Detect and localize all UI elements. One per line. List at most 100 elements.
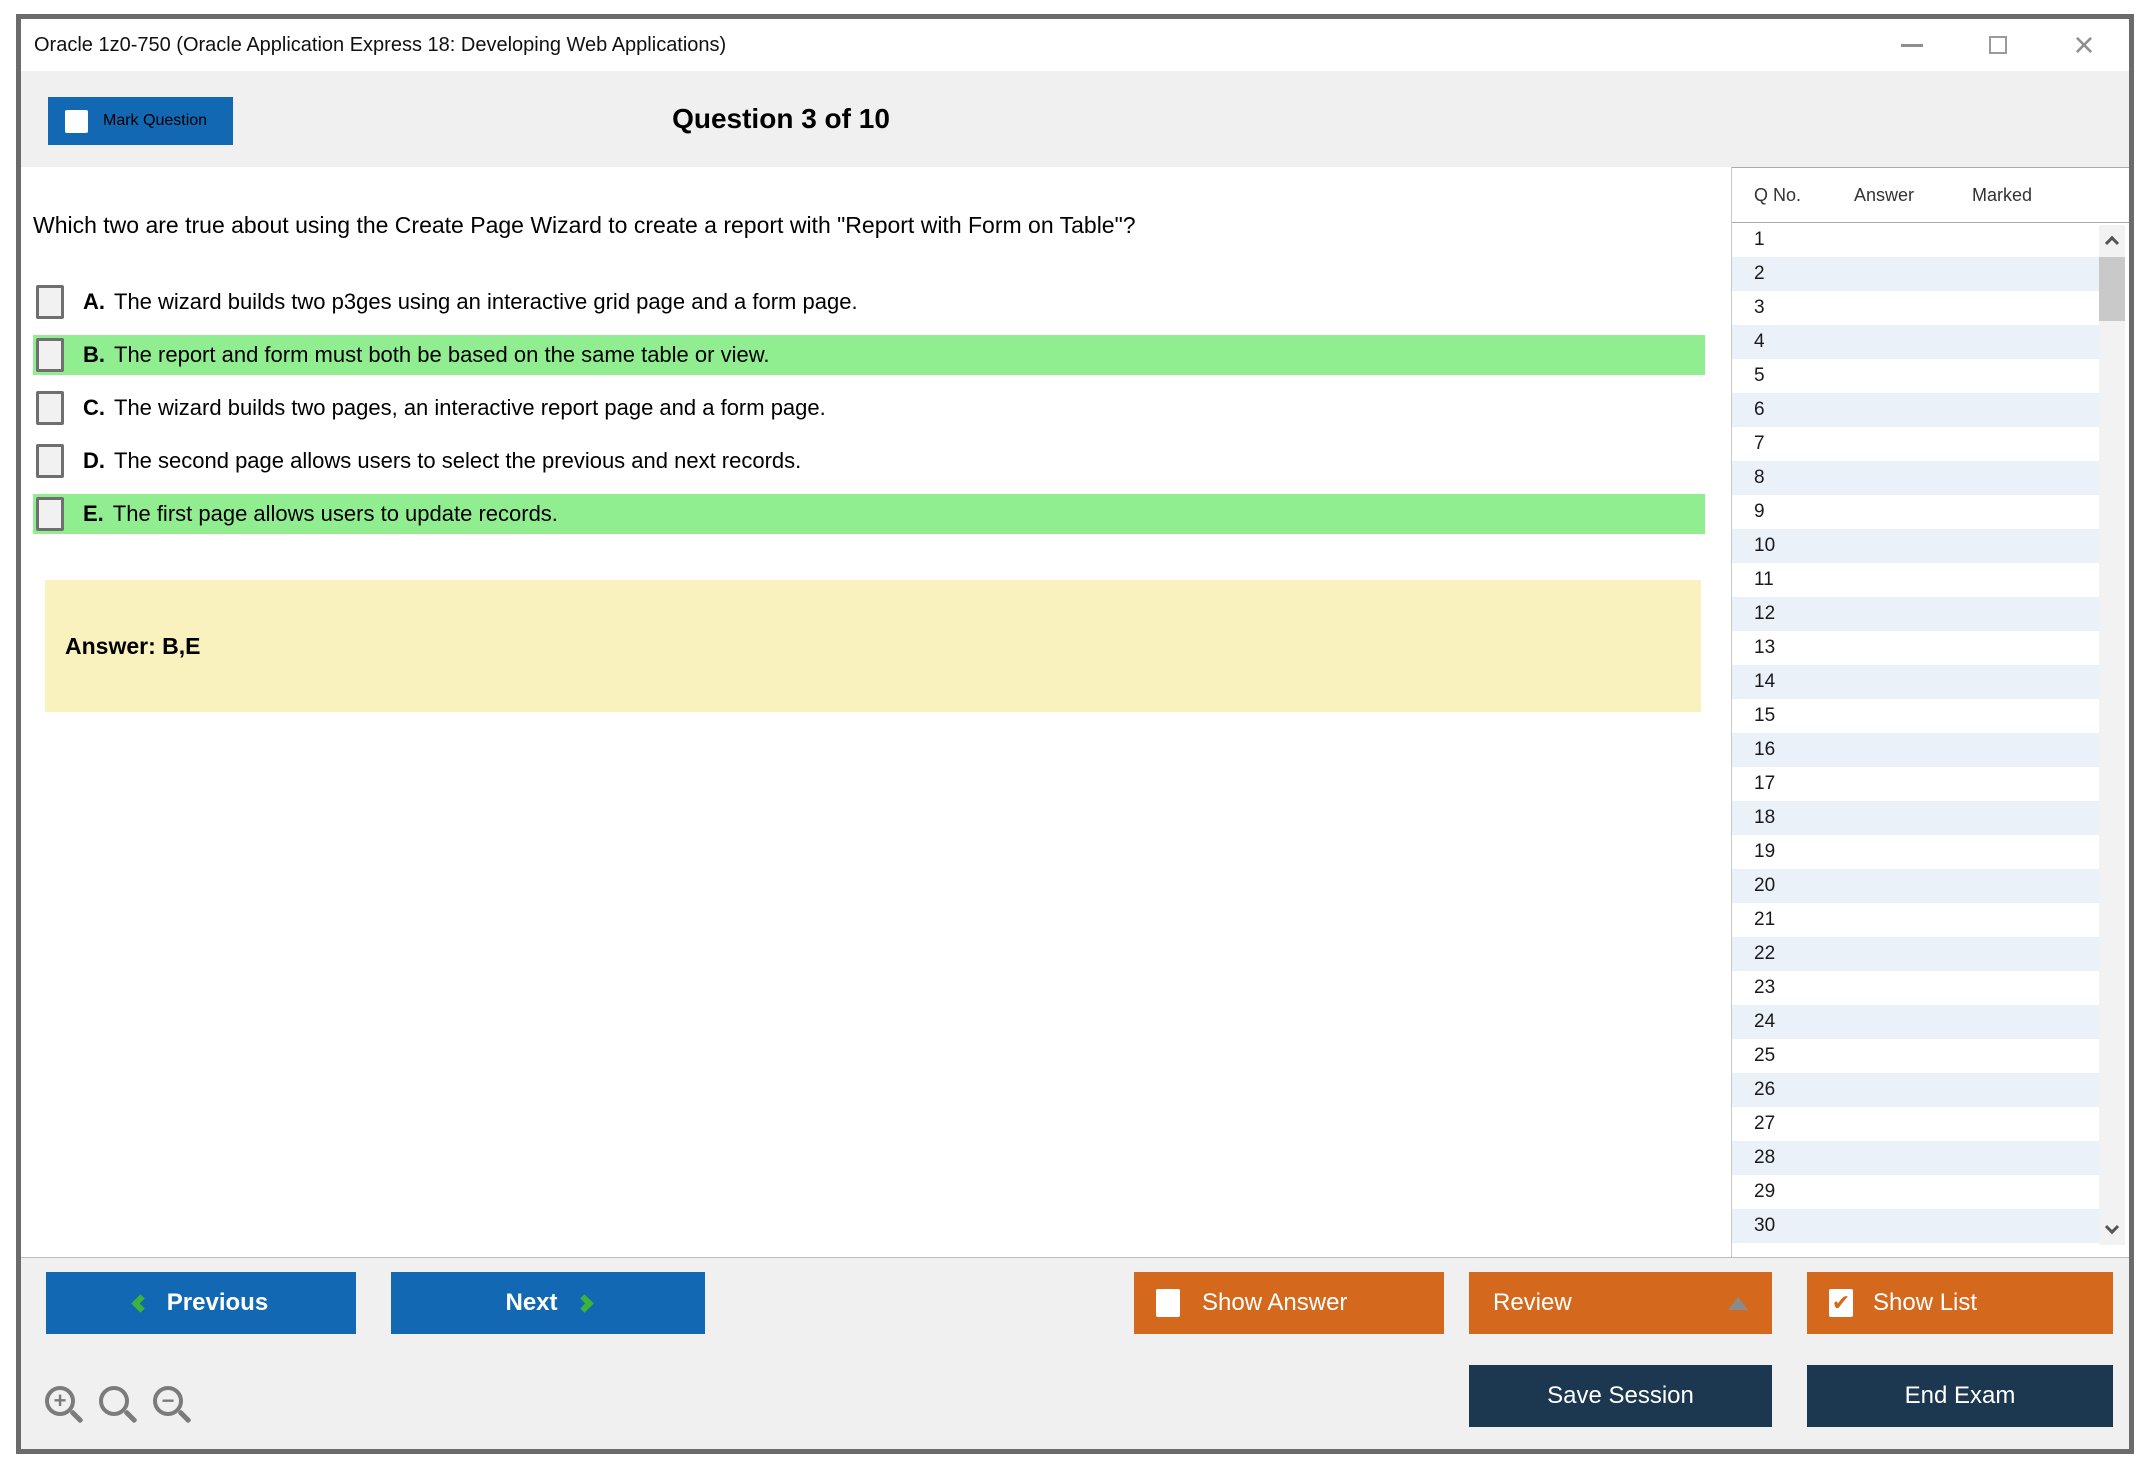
- answer-text: Answer: B,E: [65, 632, 201, 659]
- question-list-row[interactable]: 15: [1732, 699, 2101, 733]
- previous-button[interactable]: Previous: [46, 1272, 356, 1334]
- scrollbar-track[interactable]: [2099, 225, 2125, 1245]
- question-number: 22: [1754, 943, 1776, 964]
- question-number: 21: [1754, 909, 1776, 930]
- maximize-button[interactable]: [1981, 28, 2015, 62]
- zoom-reset-button[interactable]: [99, 1386, 138, 1424]
- option-text: The second page allows users to select t…: [114, 448, 802, 473]
- question-number: 11: [1754, 569, 1774, 590]
- question-number: 7: [1754, 433, 1765, 454]
- scroll-down-button[interactable]: [2099, 1215, 2125, 1245]
- scrollbar-thumb[interactable]: [2099, 257, 2125, 321]
- option-letter: D.: [83, 448, 105, 473]
- question-list-header: Q No. Answer Marked: [1732, 167, 2129, 223]
- question-list-row[interactable]: 10: [1732, 529, 2101, 563]
- question-list-row[interactable]: 23: [1732, 971, 2101, 1005]
- question-list-row[interactable]: 18: [1732, 801, 2101, 835]
- bottom-toolbar: Previous Next Show Answer Review ✔ Show …: [21, 1257, 2129, 1449]
- save-session-button[interactable]: Save Session: [1469, 1365, 1772, 1427]
- question-number: 12: [1754, 603, 1776, 624]
- window-controls: ×: [1895, 19, 2101, 71]
- show-answer-label: Show Answer: [1202, 1289, 1348, 1316]
- question-list-row[interactable]: 26: [1732, 1073, 2101, 1107]
- question-list-row[interactable]: 22: [1732, 937, 2101, 971]
- question-list-row[interactable]: 24: [1732, 1005, 2101, 1039]
- next-button[interactable]: Next: [391, 1272, 705, 1334]
- option-a[interactable]: A. The wizard builds two p3ges using an i…: [33, 282, 1705, 322]
- question-number: 29: [1754, 1181, 1776, 1202]
- column-header-answer: Answer: [1854, 184, 1915, 205]
- show-answer-button[interactable]: Show Answer: [1134, 1272, 1444, 1334]
- question-number: 16: [1754, 739, 1776, 760]
- question-list-row[interactable]: 8: [1732, 461, 2101, 495]
- question-list-row[interactable]: 6: [1732, 393, 2101, 427]
- option-checkbox[interactable]: [36, 285, 64, 319]
- show-list-label: Show List: [1873, 1289, 1978, 1316]
- window-title: Oracle 1z0-750 (Oracle Application Expre…: [34, 33, 727, 56]
- option-letter: A.: [83, 289, 105, 314]
- question-list-row[interactable]: 19: [1732, 835, 2101, 869]
- answer-box: Answer: B,E: [45, 580, 1701, 712]
- question-list-row[interactable]: 13: [1732, 631, 2101, 665]
- question-panel: Which two are true about using the Creat…: [21, 167, 1731, 1257]
- question-list-row[interactable]: 11: [1732, 563, 2101, 597]
- close-button[interactable]: ×: [2067, 24, 2101, 65]
- question-list-sidebar: Q No. Answer Marked 1 2 3 4 5 6 7 8 9 10 11 12 13 14 1…: [1731, 167, 2129, 1257]
- column-header-marked: Marked: [1972, 184, 2033, 205]
- question-list-row[interactable]: 2: [1732, 257, 2101, 291]
- question-list-row[interactable]: 5: [1732, 359, 2101, 393]
- question-list-row[interactable]: 14: [1732, 665, 2101, 699]
- question-number: 25: [1754, 1045, 1776, 1066]
- option-checkbox[interactable]: [36, 444, 64, 478]
- option-checkbox[interactable]: [36, 391, 64, 425]
- question-list-row[interactable]: 16: [1732, 733, 2101, 767]
- question-list-row[interactable]: 28: [1732, 1141, 2101, 1175]
- question-list-row[interactable]: 25: [1732, 1039, 2101, 1073]
- title-bar: Oracle 1z0-750 (Oracle Application Expre…: [21, 19, 2129, 71]
- show-list-button[interactable]: ✔ Show List: [1807, 1272, 2113, 1334]
- option-letter: E.: [83, 501, 104, 526]
- question-list-row[interactable]: 4: [1732, 325, 2101, 359]
- question-number: 14: [1754, 671, 1776, 692]
- question-list-row[interactable]: 20: [1732, 869, 2101, 903]
- option-d[interactable]: D. The second page allows users to select…: [33, 441, 1705, 481]
- minimize-button[interactable]: [1895, 28, 1929, 62]
- close-icon: ×: [2073, 24, 2095, 65]
- chevron-left-icon: [131, 1293, 150, 1313]
- question-list-row[interactable]: 7: [1732, 427, 2101, 461]
- question-number: 6: [1754, 399, 1765, 420]
- question-list: 1 2 3 4 5 6 7 8 9 10 11 12 13 14 15 16 17 18 19 20 21 22 23 24 2…: [1732, 223, 2129, 1257]
- option-checkbox[interactable]: [36, 338, 64, 372]
- end-exam-button[interactable]: End Exam: [1807, 1365, 2113, 1427]
- question-number: 27: [1754, 1113, 1776, 1134]
- exam-window: Oracle 1z0-750 (Oracle Application Expre…: [16, 14, 2134, 1454]
- option-b[interactable]: B. The report and form must both be based…: [33, 335, 1705, 375]
- option-c[interactable]: C. The wizard builds two pages, an intera…: [33, 388, 1705, 428]
- review-button[interactable]: Review: [1469, 1272, 1772, 1334]
- question-number: 18: [1754, 807, 1776, 828]
- zoom-out-button[interactable]: −: [153, 1386, 192, 1424]
- question-list-row[interactable]: 21: [1732, 903, 2101, 937]
- show-list-checkbox[interactable]: ✔: [1829, 1289, 1853, 1317]
- question-list-row[interactable]: 12: [1732, 597, 2101, 631]
- question-list-row[interactable]: 27: [1732, 1107, 2101, 1141]
- question-list-row[interactable]: 3: [1732, 291, 2101, 325]
- question-text: Which two are true about using the Creat…: [33, 212, 1136, 238]
- question-list-row[interactable]: 1: [1732, 223, 2101, 257]
- scroll-up-button[interactable]: [2099, 225, 2125, 255]
- option-letter: C.: [83, 395, 105, 420]
- question-number: 10: [1754, 535, 1776, 556]
- question-list-row[interactable]: 29: [1732, 1175, 2101, 1209]
- triangle-up-icon: [1728, 1296, 1748, 1310]
- question-number: 19: [1754, 841, 1776, 862]
- zoom-in-button[interactable]: +: [45, 1386, 84, 1424]
- option-checkbox[interactable]: [36, 497, 64, 531]
- question-list-row[interactable]: 17: [1732, 767, 2101, 801]
- chevron-up-icon: [2104, 235, 2120, 250]
- question-list-row[interactable]: 9: [1732, 495, 2101, 529]
- option-text: The wizard builds two pages, an interact…: [114, 395, 826, 420]
- question-number: 28: [1754, 1147, 1776, 1168]
- show-answer-checkbox[interactable]: [1156, 1289, 1180, 1317]
- option-e[interactable]: E. The first page allows users to update …: [33, 494, 1705, 534]
- question-list-row[interactable]: 30: [1732, 1209, 2101, 1243]
